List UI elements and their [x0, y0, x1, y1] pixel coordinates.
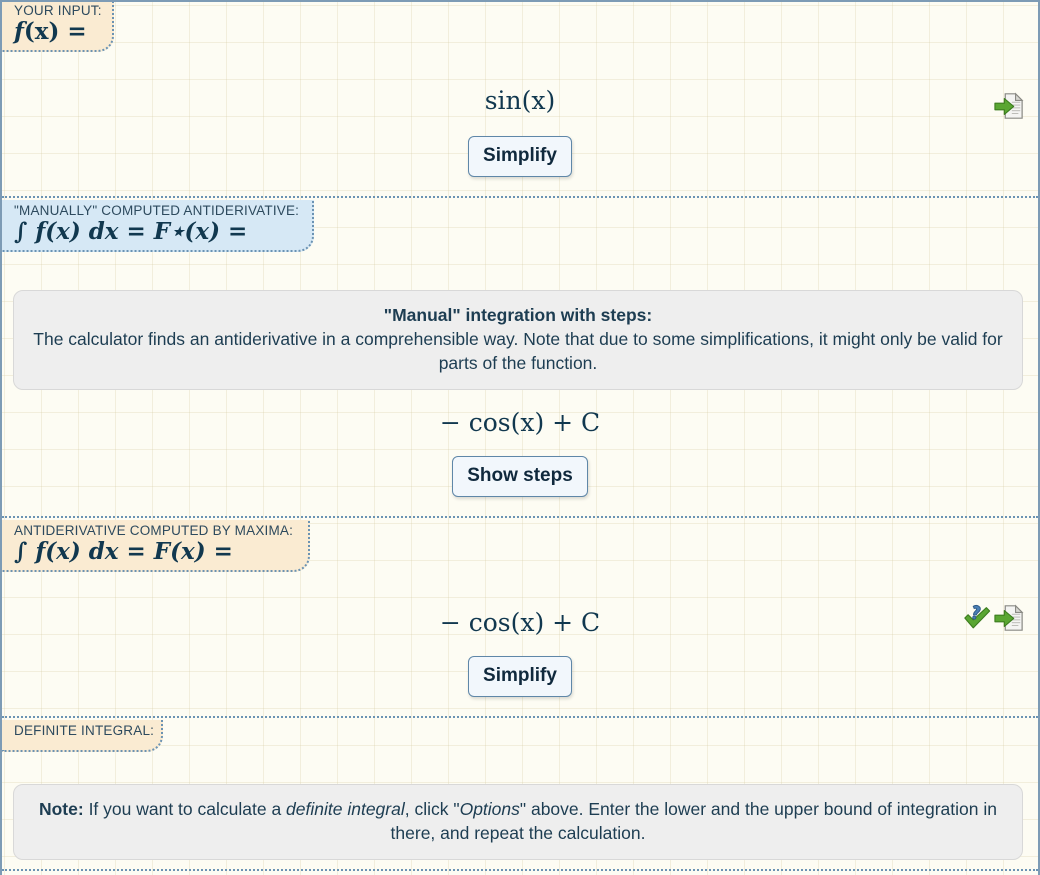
tab-maxima-formula: ∫ f(x) dx = F(x) =	[14, 538, 233, 566]
maxima-button-row: Simplify	[2, 656, 1038, 697]
integral-calculator-results-page: sin(x) Simplify "Manual" integration wit…	[0, 0, 1040, 875]
note-italic-options: Options	[459, 799, 520, 819]
definite-integral-note-box: Note: If you want to calculate a definit…	[13, 784, 1023, 860]
tab-manual-formula: ∫ f(x) dx = F⋆(x) =	[14, 218, 248, 246]
manual-info-box: "Manual" integration with steps: The cal…	[13, 290, 1023, 390]
section-separator	[2, 869, 1038, 871]
tab-manual-antiderivative: "MANUALLY" COMPUTED ANTIDERIVATIVE: ∫ f(…	[2, 200, 314, 253]
manual-result-formula: − cos(x) + C	[439, 408, 601, 437]
tab-definite-integral: DEFINITE INTEGRAL:	[2, 720, 163, 753]
note-text-part-1: If you want to calculate a	[83, 799, 287, 819]
tab-maxima-antiderivative: ANTIDERIVATIVE COMPUTED BY MAXIMA: ∫ f(x…	[2, 520, 310, 573]
input-formula: sin(x)	[484, 86, 556, 115]
tab-definite-caption: DEFINITE INTEGRAL:	[14, 723, 155, 738]
tab-your-input-formula: f(x) =	[14, 18, 87, 46]
input-button-row: Simplify	[2, 136, 1038, 177]
maxima-result-formula: − cos(x) + C	[439, 608, 601, 637]
manual-info-body: The calculator finds an antiderivative i…	[33, 329, 1003, 373]
manual-info-title: "Manual" integration with steps:	[383, 305, 653, 325]
show-steps-button[interactable]: Show steps	[452, 456, 588, 497]
document-arrow-icon[interactable]	[994, 91, 1024, 121]
input-icon-group	[994, 91, 1024, 121]
tab-your-input: YOUR INPUT: f(x) =	[2, 0, 114, 53]
simplify-maxima-button[interactable]: Simplify	[468, 656, 572, 697]
manual-button-row: Show steps	[2, 456, 1038, 497]
note-text-part-2: , click "	[404, 799, 460, 819]
note-label: Note:	[38, 799, 84, 819]
your-input-section: sin(x) Simplify	[2, 0, 1038, 196]
simplify-input-button[interactable]: Simplify	[468, 136, 572, 177]
note-italic-definite-integral: definite integral	[286, 799, 405, 819]
